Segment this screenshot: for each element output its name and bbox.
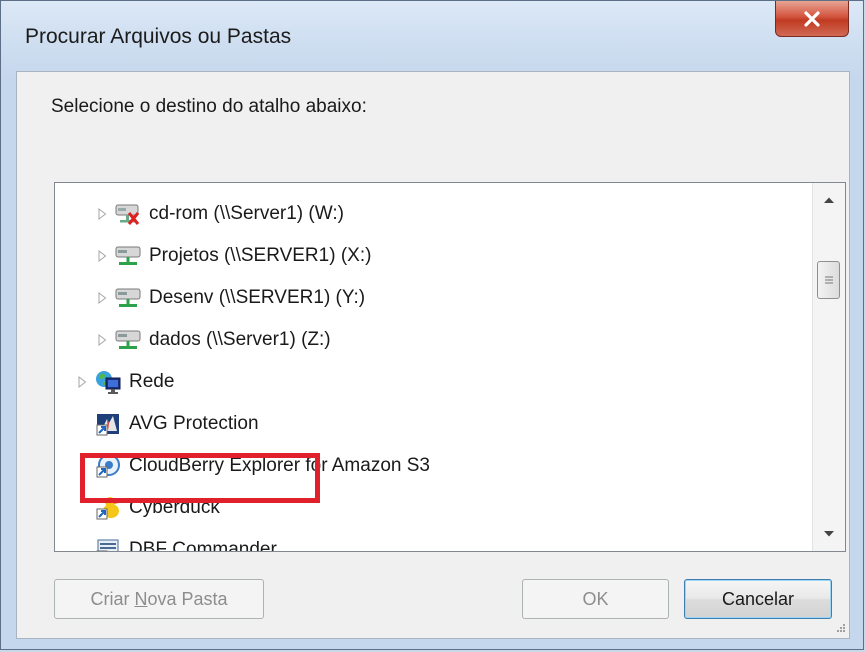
tree-item-label: Projetos (\\SERVER1) (X:) — [149, 245, 372, 266]
browse-dialog-window: Procurar Arquivos ou Pastas Selecione o … — [0, 0, 864, 650]
network-drive-icon — [114, 243, 142, 269]
expand-arrow-icon[interactable] — [95, 249, 109, 263]
tree-item-label: DBF Commander — [129, 539, 277, 552]
cancel-button[interactable]: Cancelar — [684, 579, 832, 619]
tree-item-dados[interactable]: dados (\\Server1) (Z:) — [95, 321, 331, 359]
title-bar[interactable]: Procurar Arquivos ou Pastas — [1, 1, 863, 71]
scroll-down-arrow-icon — [824, 531, 834, 537]
dbf-shortcut-icon — [94, 537, 122, 551]
tree-item-label: Rede — [129, 371, 175, 392]
cancel-label: Cancelar — [721, 588, 795, 609]
tree-item-rede[interactable]: Rede — [75, 363, 174, 401]
tree-item-label: dados (\\Server1) (Z:) — [149, 329, 331, 350]
tree-item-desenv[interactable]: Desenv (\\SERVER1) (Y:) — [95, 279, 365, 317]
vertical-scrollbar[interactable] — [812, 183, 845, 551]
close-icon — [804, 10, 820, 27]
tree-item-label: Desenv (\\SERVER1) (Y:) — [149, 287, 366, 308]
network-drive-icon — [114, 285, 142, 311]
ok-label: OK — [582, 588, 609, 609]
network-drive-icon — [114, 327, 142, 353]
avg-shortcut-icon — [94, 411, 122, 437]
scroll-down-button[interactable] — [813, 517, 845, 551]
scroll-up-arrow-icon — [824, 197, 834, 203]
new-folder-label-part: Criar — [90, 588, 135, 609]
expand-arrow-icon[interactable] — [95, 333, 109, 347]
new-folder-button[interactable]: Criar Nova Pasta — [54, 579, 264, 619]
scrollbar-thumb[interactable] — [817, 261, 840, 299]
resize-grip-icon[interactable] — [832, 621, 846, 635]
instruction-text: Selecione o destino do atalho abaixo: — [51, 96, 367, 117]
new-folder-accelerator: N — [134, 588, 148, 609]
ok-button[interactable]: OK — [522, 579, 669, 619]
grip-lines-icon — [824, 276, 833, 284]
tree-item-label: AVG Protection — [129, 413, 259, 434]
network-globe-icon — [94, 369, 122, 395]
tree-item-projetos[interactable]: Projetos (\\SERVER1) (X:) — [95, 237, 371, 275]
tree-item-dbf-commander[interactable]: DBF Commander — [94, 531, 277, 552]
expand-arrow-icon[interactable] — [95, 207, 109, 221]
new-folder-label-part: ova Pasta — [147, 588, 228, 609]
disconnected-network-drive-icon — [114, 201, 142, 227]
scroll-up-button[interactable] — [813, 183, 845, 217]
tree-item-avg-protection[interactable]: AVG Protection — [94, 405, 259, 443]
tree-item-cd-rom[interactable]: cd-rom (\\Server1) (W:) — [95, 195, 344, 233]
dialog-client-area: Selecione o destino do atalho abaixo: cd… — [16, 71, 850, 639]
close-button[interactable] — [775, 1, 849, 37]
annotation-highlight-box — [80, 453, 320, 503]
tree-item-label: cd-rom (\\Server1) (W:) — [149, 203, 344, 224]
window-title: Procurar Arquivos ou Pastas — [25, 25, 292, 48]
expand-arrow-icon[interactable] — [75, 375, 89, 389]
expand-arrow-icon[interactable] — [95, 291, 109, 305]
folder-tree[interactable]: cd-rom (\\Server1) (W:) Projetos (\\SERV… — [54, 182, 846, 552]
